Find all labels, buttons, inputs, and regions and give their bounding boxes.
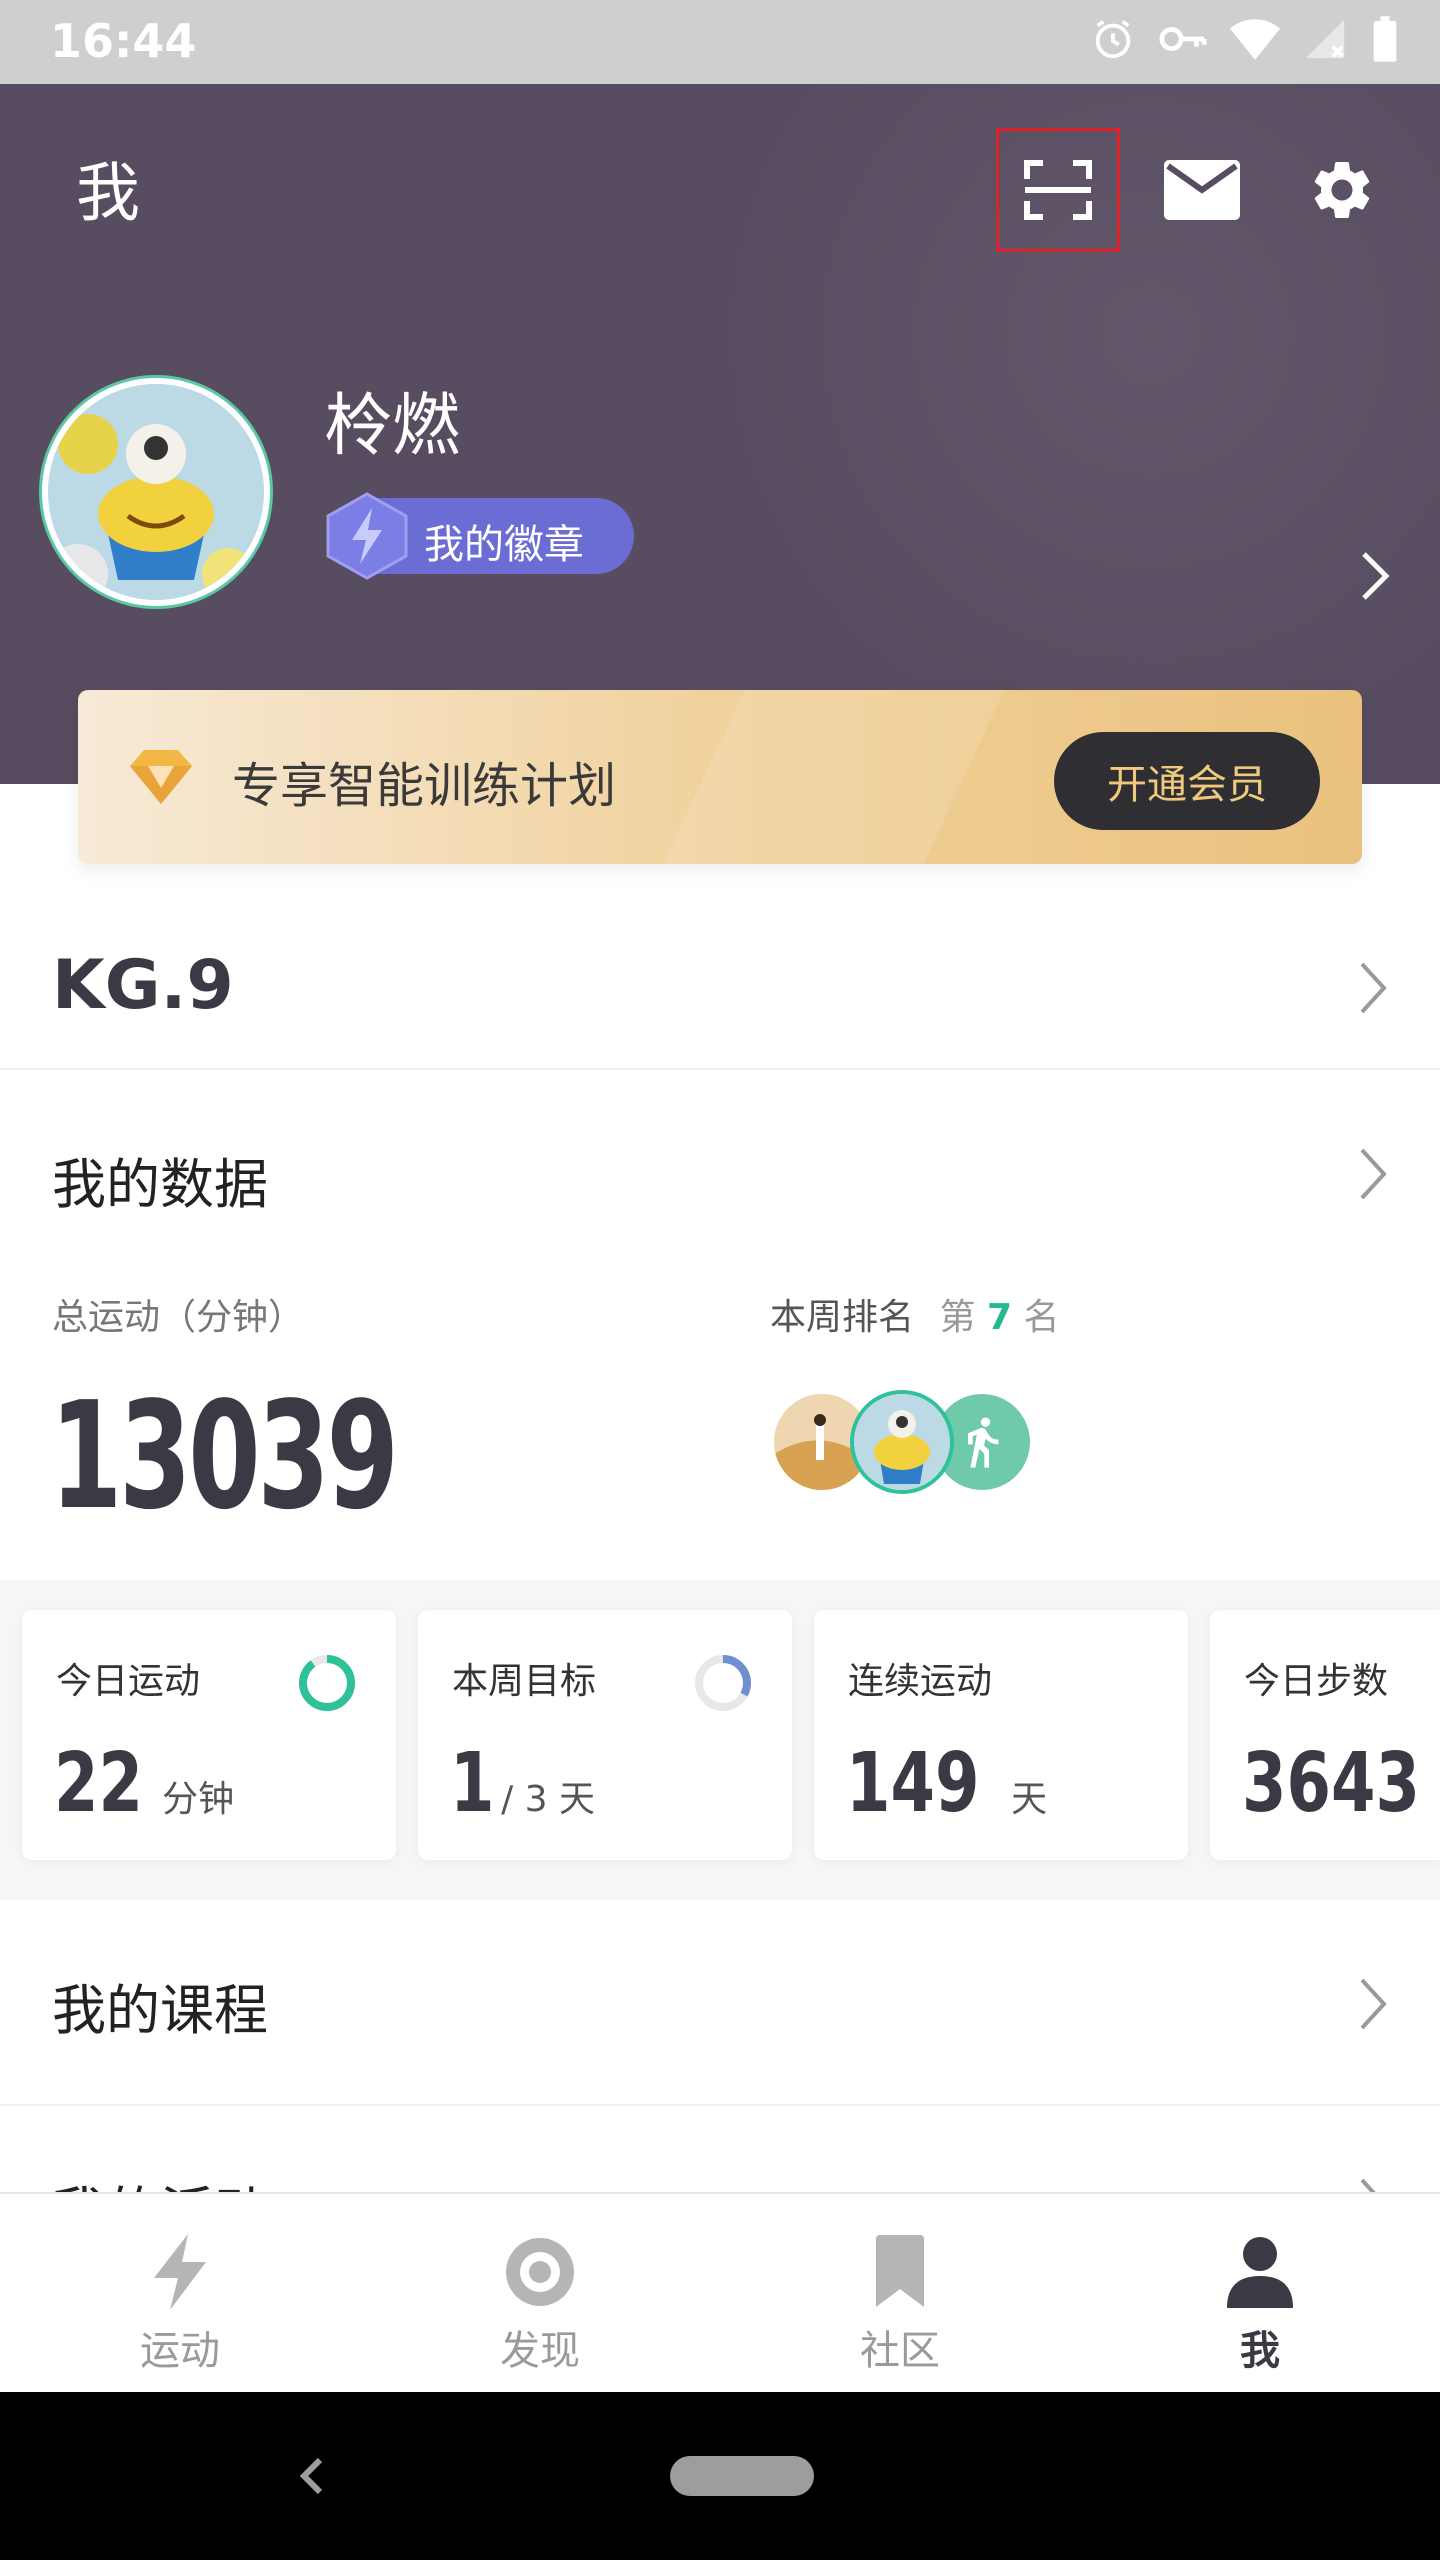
back-icon[interactable] (290, 2446, 330, 2506)
home-pill-button[interactable] (670, 2456, 814, 2496)
system-navigation-bar (0, 2392, 1440, 2560)
runner-icon (968, 1417, 999, 1468)
lightning-badge-icon (326, 492, 408, 580)
rank-avatar-me (850, 1390, 954, 1494)
nav-tab-me[interactable]: 我 (1080, 2194, 1440, 2394)
discover-icon (500, 2232, 580, 2312)
kg-level-row[interactable]: KG.9 (0, 910, 1440, 1070)
card-value: 149 天 (846, 1736, 1047, 1831)
nav-label: 运动 (140, 2328, 220, 2374)
card-number: 1 (450, 1736, 495, 1831)
diamond-icon (130, 750, 192, 804)
weekly-rank-pre: 第 (939, 1297, 976, 1338)
vip-promo-text: 专享智能训练计划 (232, 758, 617, 814)
settings-button[interactable] (1280, 128, 1404, 252)
card-number: 22 (54, 1736, 144, 1831)
chevron-right-icon (1360, 1148, 1387, 1200)
weekly-rank-number: 7 (986, 1297, 1012, 1338)
nav-tab-exercise[interactable]: 运动 (0, 2194, 360, 2394)
divider (0, 2104, 1440, 2106)
nav-label: 我 (1240, 2328, 1280, 2374)
progress-ring-icon (299, 1655, 355, 1711)
weekly-rank-prefix: 本周排名 (770, 1297, 915, 1338)
scan-button[interactable] (996, 128, 1120, 252)
progress-ring-icon (695, 1655, 751, 1711)
card-number: 149 (846, 1736, 980, 1831)
person-icon (1220, 2232, 1300, 2312)
scan-icon (1024, 160, 1092, 220)
my-courses-row[interactable]: 我的课程 (0, 1900, 1440, 2106)
mail-icon (1164, 160, 1240, 220)
status-icons (1090, 14, 1400, 64)
badge-label: 我的徽章 (424, 522, 584, 568)
my-data-title: 我的数据 (52, 1153, 268, 1216)
page-title: 我 (76, 157, 140, 231)
weekly-rank-post: 名 (1023, 1297, 1060, 1338)
mail-button[interactable] (1140, 128, 1264, 252)
my-courses-title: 我的课程 (52, 1979, 268, 2042)
nav-tab-discover[interactable]: 发现 (360, 2194, 720, 2394)
nav-label: 发现 (500, 2328, 580, 2374)
open-membership-button[interactable]: 开通会员 (1054, 732, 1320, 830)
card-title: 今日运动 (56, 1661, 201, 1702)
my-activities-title: 我的活动 (52, 2168, 268, 2192)
avatar[interactable] (42, 378, 270, 606)
status-bar: 16:44 (0, 0, 1440, 84)
card-number: 3643 (1242, 1736, 1421, 1831)
minion-cupcake-avatar-image (48, 384, 264, 600)
chevron-right-icon (1360, 2178, 1376, 2192)
kg-level-title: KG.9 (52, 946, 234, 1025)
chevron-right-icon (1360, 962, 1387, 1014)
total-exercise-label: 总运动（分钟） (52, 1297, 305, 1338)
total-exercise-value: 13039 (50, 1370, 399, 1542)
card-unit: / 3 天 (501, 1779, 595, 1820)
status-time: 16:44 (50, 14, 197, 68)
stat-card-steps[interactable]: 今日步数 3643 步 (1210, 1610, 1440, 1860)
card-title: 连续运动 (848, 1661, 993, 1702)
chevron-right-icon[interactable] (1360, 550, 1392, 602)
signal-icon (1305, 19, 1345, 59)
my-activities-row[interactable]: 我的活动 (0, 2108, 1440, 2192)
stat-card-streak[interactable]: 连续运动 149 天 (814, 1610, 1188, 1860)
weekly-rank-label: 本周排名 第 7 名 (770, 1288, 1059, 1340)
card-unit: 分钟 (162, 1779, 235, 1820)
alarm-icon (1095, 20, 1131, 59)
gear-icon (1314, 161, 1370, 218)
minion-avatar-image (854, 1394, 950, 1490)
bookmark-icon (860, 2232, 940, 2312)
card-value: 3643 步 (1242, 1736, 1440, 1831)
card-title: 本周目标 (452, 1661, 597, 1702)
bolt-icon (140, 2232, 220, 2312)
stat-card-weekly-goal[interactable]: 本周目标 1 / 3 天 (418, 1610, 792, 1860)
username[interactable]: 柃燃 (324, 370, 460, 469)
vip-banner[interactable]: 专享智能训练计划 开通会员 (78, 690, 1362, 864)
nav-tab-community[interactable]: 社区 (720, 2194, 1080, 2394)
wifi-icon (1230, 19, 1280, 60)
my-badges-button[interactable]: 我的徽章 (326, 492, 634, 580)
divider (0, 1068, 1440, 1070)
rank-avatars[interactable] (770, 1390, 1070, 1500)
my-data-row[interactable]: 我的数据 (0, 1100, 1440, 1250)
card-value: 1 / 3 天 (450, 1736, 595, 1831)
chevron-right-icon (1360, 1978, 1387, 2030)
vpn-key-icon (1159, 27, 1207, 51)
card-unit: 天 (1011, 1779, 1048, 1820)
card-title: 今日步数 (1244, 1661, 1389, 1702)
bottom-navigation: 运动 发现 社区 我 (0, 2192, 1440, 2392)
profile-header: 我 柃燃 我的徽章 (0, 84, 1440, 784)
battery-icon (1373, 16, 1397, 62)
stat-card-today-exercise[interactable]: 今日运动 22 分钟 (22, 1610, 396, 1860)
card-value: 22 分钟 (54, 1736, 234, 1831)
nav-label: 社区 (860, 2328, 940, 2374)
